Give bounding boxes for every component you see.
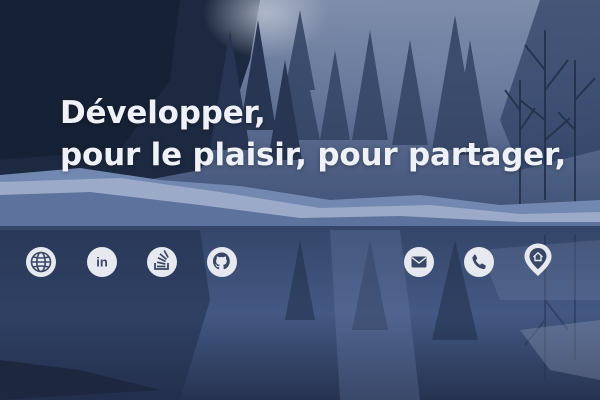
location-pin-icon [524, 243, 552, 276]
phone-link[interactable] [463, 246, 495, 278]
website-link[interactable] [25, 246, 57, 278]
hero-section: Développer, pour le plaisir, pour partag… [0, 0, 600, 400]
linkedin-icon-text: in [96, 255, 108, 270]
headline-line-2: pour le plaisir, pour partager, [60, 137, 567, 173]
stackoverflow-link[interactable] [146, 246, 178, 278]
globe-icon [26, 247, 56, 277]
github-icon [207, 247, 237, 277]
hero-headline: Développer, pour le plaisir, pour partag… [60, 92, 566, 176]
phone-icon [464, 247, 494, 277]
headline-line-1: Développer, [60, 95, 266, 131]
background-forest-lake-image [0, 0, 600, 400]
stackoverflow-icon [147, 247, 177, 277]
github-link[interactable] [206, 246, 238, 278]
linkedin-link[interactable]: in [86, 246, 118, 278]
location-link[interactable] [522, 243, 554, 276]
linkedin-icon: in [87, 247, 117, 277]
mail-icon [404, 247, 434, 277]
email-link[interactable] [403, 246, 435, 278]
